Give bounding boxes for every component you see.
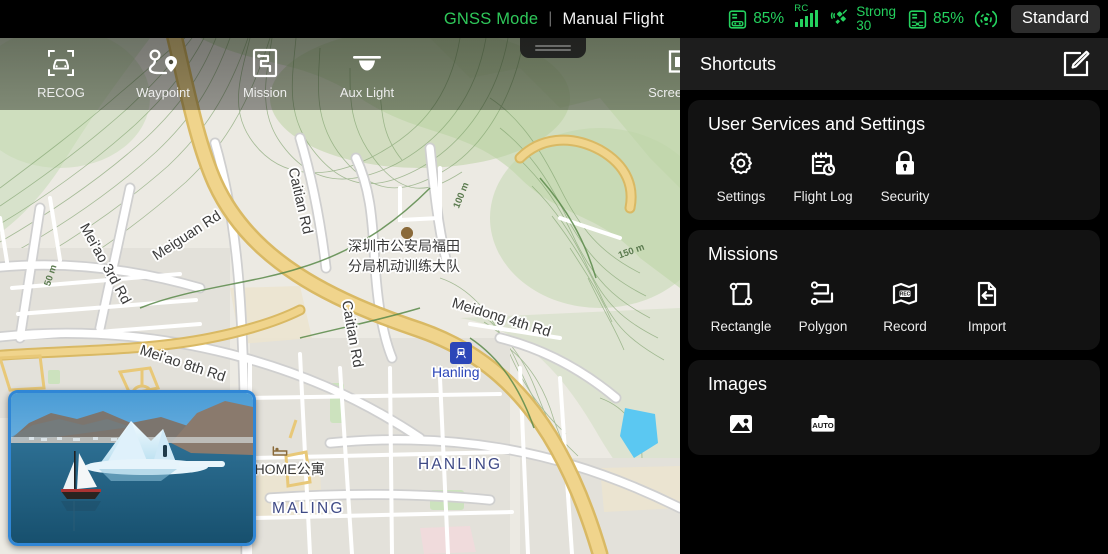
- edit-pencil-icon[interactable]: [1062, 50, 1090, 78]
- auto-camera-icon: AUTO: [809, 407, 837, 441]
- vision-sensor-icon: [975, 8, 997, 30]
- card-missions: Missions Rectangle: [688, 230, 1100, 350]
- card-title: User Services and Settings: [688, 114, 1100, 135]
- shortcut-security[interactable]: Security: [864, 147, 946, 204]
- shortcut-label: Import: [968, 319, 1006, 334]
- shortcut-record[interactable]: REC Record: [864, 277, 946, 334]
- shortcut-rectangle[interactable]: Rectangle: [700, 277, 782, 334]
- rectangle-mission-icon: [727, 277, 755, 311]
- lock-icon: [892, 147, 918, 181]
- toolbar-label: RECOG: [37, 85, 85, 100]
- status-indicators: 85% RC Strong 30: [727, 0, 1102, 38]
- shortcut-flight-log[interactable]: Flight Log: [782, 147, 864, 204]
- shortcuts-panel-header: Shortcuts: [680, 38, 1108, 90]
- toolbar-label: Aux Light: [340, 85, 394, 100]
- toolbar-item-waypoint[interactable]: Waypoint: [126, 38, 200, 100]
- rc-signal-bars-icon: [795, 12, 818, 27]
- rc-battery-value: 85%: [753, 11, 784, 27]
- shortcuts-panel: Shortcuts User Services and Settings: [680, 38, 1108, 554]
- svg-text:AUTO: AUTO: [812, 421, 833, 430]
- map-view[interactable]: 50 m 100 m 150 m Meiguan Rd Caitian Rd C…: [0, 38, 680, 554]
- rc-signal-label: RC: [794, 3, 808, 14]
- shortcut-label: Rectangle: [711, 319, 772, 334]
- card-items: Rectangle Polygon: [688, 277, 1100, 334]
- record-mission-icon: REC: [891, 277, 919, 311]
- gps-values: Strong 30: [856, 5, 896, 33]
- panel-title: Shortcuts: [700, 54, 776, 75]
- rc-battery-icon: [727, 9, 748, 30]
- shortcuts-panel-body: User Services and Settings Settings: [680, 90, 1108, 455]
- camera-feed-thumbnail[interactable]: [8, 390, 256, 546]
- rc-battery-indicator[interactable]: 85%: [727, 9, 784, 30]
- gps-count: 30: [856, 19, 896, 33]
- shortcut-polygon[interactable]: Polygon: [782, 277, 864, 334]
- toolbar-item-recog[interactable]: RECOG: [24, 38, 98, 100]
- vehicle-recognition-icon: [45, 46, 77, 80]
- train-station-icon[interactable]: [450, 342, 472, 364]
- import-mission-icon: [974, 277, 1000, 311]
- status-divider: |: [548, 10, 552, 28]
- card-images: Images: [688, 360, 1100, 455]
- toolbar-label: Mission: [243, 85, 287, 100]
- card-title: Images: [688, 374, 1100, 395]
- aux-light-icon: [350, 46, 384, 80]
- card-items: AUTO: [688, 407, 1100, 449]
- shortcut-import[interactable]: Import: [946, 277, 1028, 334]
- gnss-mode-label: GNSS Mode: [444, 10, 538, 29]
- gear-icon: [727, 147, 755, 181]
- rc-signal-indicator[interactable]: RC: [795, 12, 818, 27]
- svg-text:REC: REC: [900, 292, 911, 298]
- mission-route-icon: [250, 46, 280, 80]
- satellite-icon: [829, 9, 851, 29]
- shortcut-label: Flight Log: [793, 189, 852, 204]
- gallery-icon: [727, 407, 755, 441]
- card-title: Missions: [688, 244, 1100, 265]
- vision-sensor-indicator[interactable]: [975, 8, 997, 30]
- waypoint-icon: [146, 46, 180, 80]
- shortcut-label: Settings: [717, 189, 766, 204]
- gps-indicator[interactable]: Strong 30: [829, 5, 896, 33]
- card-user-services: User Services and Settings Settings: [688, 100, 1100, 220]
- toolbar-label: Waypoint: [136, 85, 190, 100]
- flight-log-icon: [809, 147, 837, 181]
- shortcut-auto-camera[interactable]: AUTO: [782, 407, 864, 449]
- gps-quality: Strong: [856, 5, 896, 19]
- toolbar-left-group: RECOG Waypoint: [0, 38, 404, 100]
- drone-control-app: GNSS Mode | Manual Flight 85% RC: [0, 0, 1108, 554]
- polygon-mission-icon: [809, 277, 837, 311]
- shortcut-label: Polygon: [799, 319, 848, 334]
- aircraft-battery-icon: [907, 9, 928, 30]
- shortcut-label: Security: [881, 189, 930, 204]
- shortcut-settings[interactable]: Settings: [700, 147, 782, 204]
- aircraft-battery-indicator[interactable]: 85%: [907, 9, 964, 30]
- flight-mode-label: Manual Flight: [562, 10, 664, 29]
- flight-mode-button[interactable]: Standard: [1011, 5, 1100, 33]
- shortcut-label: Record: [883, 319, 927, 334]
- status-bar: GNSS Mode | Manual Flight 85% RC: [0, 0, 1108, 38]
- card-items: Settings Flight Log: [688, 147, 1100, 204]
- aircraft-battery-value: 85%: [933, 11, 964, 27]
- toolbar-item-aux-light[interactable]: Aux Light: [330, 38, 404, 100]
- toolbar-item-mission[interactable]: Mission: [228, 38, 302, 100]
- shortcut-gallery[interactable]: [700, 407, 782, 449]
